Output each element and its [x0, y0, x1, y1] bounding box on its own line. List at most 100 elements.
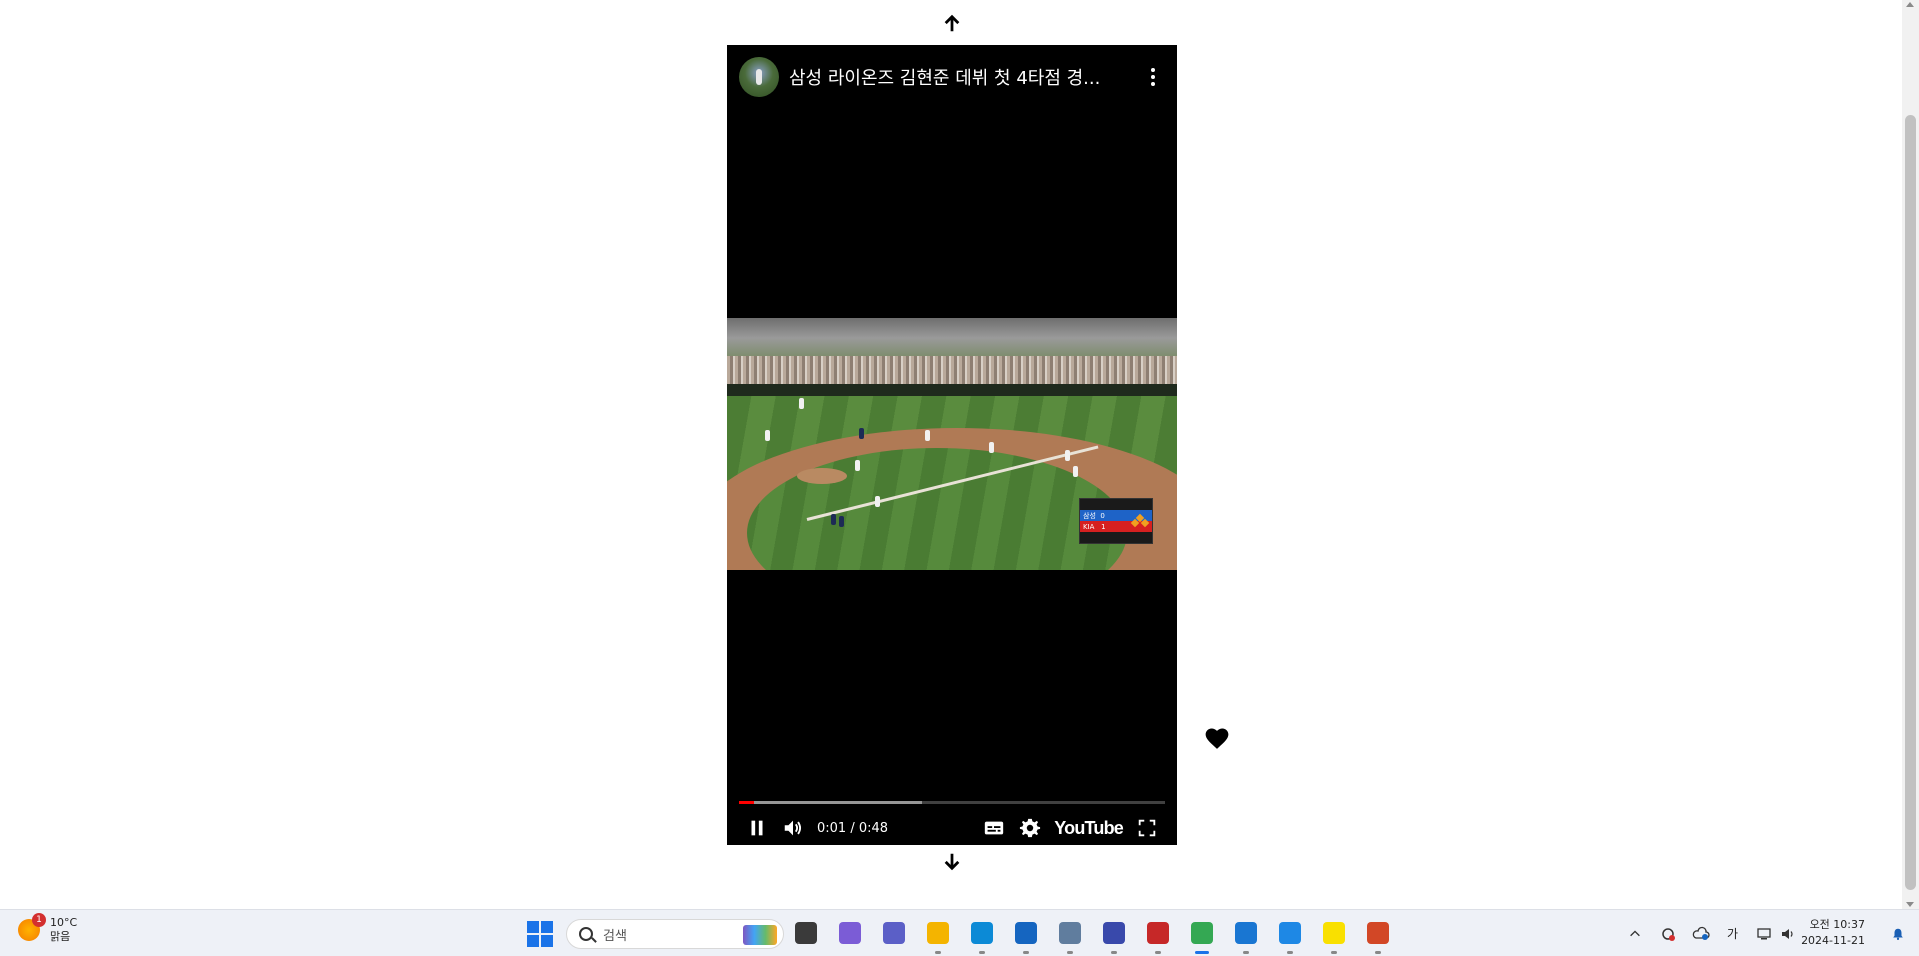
taskbar: 1 10°C 맑음 검색 가 오전 10:37 2024-11-21	[0, 909, 1919, 956]
taskbar-app-vscode[interactable]	[1231, 918, 1261, 954]
sun-icon: 1	[18, 913, 46, 941]
tray-onedrive-icon[interactable]	[1692, 910, 1710, 956]
progress-bar[interactable]	[739, 801, 1165, 804]
taskbar-app-edge[interactable]	[967, 918, 997, 954]
broadcast-scoreboard: 삼성 0 KIA 1	[1079, 498, 1153, 544]
page-root: 삼성 라이온즈 김현준 데뷔 첫 4타점 경... 삼성 0 KIA 1 0:0…	[0, 0, 1919, 956]
taskbar-app-cortana-app[interactable]	[1099, 918, 1129, 954]
channel-avatar[interactable]	[739, 57, 779, 97]
volume-button[interactable]	[775, 811, 811, 845]
progress-played	[739, 801, 754, 804]
vscode-icon	[1235, 922, 1257, 944]
fielder	[799, 398, 804, 409]
kakaotalk-icon	[1323, 922, 1345, 944]
taskbar-app-file-explorer[interactable]	[923, 918, 953, 954]
powerpoint-icon	[1367, 922, 1389, 944]
bell-icon	[1893, 928, 1903, 940]
pause-button[interactable]	[739, 811, 775, 845]
clock-date: 2024-11-21	[1801, 934, 1865, 947]
taskbar-app-store[interactable]	[1011, 918, 1041, 954]
ime-indicator[interactable]: 가	[1727, 910, 1738, 956]
taskbar-app-file-explorer-window[interactable]	[791, 918, 821, 948]
running-indicator	[1331, 951, 1337, 954]
search-placeholder: 검색	[603, 928, 627, 944]
base-diamond-icon	[1130, 513, 1150, 531]
fielder	[1073, 466, 1078, 477]
stadium-background	[727, 318, 1177, 358]
sync-icon	[1662, 927, 1675, 941]
copilot-icon	[839, 922, 861, 944]
fullscreen-icon	[1138, 819, 1156, 837]
pitchers-mound	[797, 468, 847, 484]
captions-icon	[985, 821, 1004, 835]
scoreboard-count	[1080, 532, 1152, 543]
chevron-up-icon	[1630, 929, 1640, 936]
start-button[interactable]	[527, 921, 553, 947]
heart-icon	[1205, 728, 1229, 749]
tray-network-icon[interactable]	[1756, 910, 1772, 956]
running-indicator	[1067, 951, 1073, 954]
edge-icon	[971, 922, 993, 944]
photos-icon	[1279, 922, 1301, 944]
tray-sync-icon[interactable]	[1660, 910, 1676, 956]
settings-button[interactable]	[1012, 811, 1048, 845]
weather-widget[interactable]: 1 10°C 맑음	[18, 913, 78, 944]
running-indicator	[1287, 951, 1293, 954]
like-button[interactable]	[1204, 726, 1230, 750]
arrow-down-icon	[944, 853, 960, 871]
ad-board	[727, 384, 1177, 396]
tray-volume-icon[interactable]	[1780, 910, 1796, 956]
scroll-thumb[interactable]	[1905, 115, 1916, 890]
weather-temp: 10°C	[50, 916, 78, 929]
network-icon	[1757, 927, 1771, 939]
catcher	[831, 514, 836, 525]
cloud-icon	[1692, 926, 1710, 940]
taskbar-app-mcafee[interactable]	[1143, 918, 1173, 954]
youtube-logo[interactable]: YouTube	[1048, 818, 1129, 839]
file-explorer-icon	[927, 922, 949, 944]
taskbar-app-powerpoint[interactable]	[1363, 918, 1393, 954]
video-player[interactable]: 삼성 라이온즈 김현준 데뷔 첫 4타점 경... 삼성 0 KIA 1 0:0…	[727, 45, 1177, 845]
weather-badge: 1	[32, 913, 46, 927]
previous-short-button[interactable]	[941, 12, 963, 34]
taskbar-app-settings-app[interactable]	[1055, 918, 1085, 954]
running-indicator	[1155, 951, 1161, 954]
search-highlight-icon	[743, 925, 777, 945]
running-indicator	[1111, 951, 1117, 954]
progress-buffered	[739, 801, 923, 804]
captions-button[interactable]	[976, 811, 1012, 845]
home-umpire	[839, 516, 844, 527]
chrome-icon	[1191, 922, 1213, 944]
taskbar-clock[interactable]: 오전 10:37 2024-11-21	[1801, 917, 1865, 949]
time-display: 0:01 / 0:48	[817, 820, 889, 836]
scoreboard-info	[1080, 499, 1152, 510]
pitcher	[855, 460, 860, 471]
taskbar-app-chrome[interactable]	[1187, 918, 1217, 954]
running-indicator	[979, 951, 985, 954]
clock-time: 오전 10:37	[1809, 918, 1865, 931]
fielder	[989, 442, 994, 453]
tray-overflow-button[interactable]	[1628, 910, 1642, 956]
running-indicator	[1195, 951, 1209, 954]
batter	[875, 496, 880, 507]
video-title[interactable]: 삼성 라이온즈 김현준 데뷔 첫 4타점 경...	[789, 64, 1119, 90]
taskbar-app-teams[interactable]	[879, 918, 909, 948]
page-scrollbar[interactable]	[1902, 0, 1919, 909]
fielder	[765, 430, 770, 441]
notifications-button[interactable]	[1891, 926, 1905, 940]
fullscreen-button[interactable]	[1129, 811, 1165, 845]
player-header: 삼성 라이온즈 김현준 데뷔 첫 4타점 경...	[727, 45, 1177, 109]
video-frame[interactable]: 삼성 0 KIA 1	[727, 318, 1177, 570]
running-indicator	[1023, 951, 1029, 954]
pause-icon	[751, 820, 763, 836]
scroll-up-arrow-icon[interactable]	[1906, 2, 1914, 7]
taskbar-app-copilot[interactable]	[835, 918, 865, 948]
more-options-button[interactable]	[1141, 65, 1165, 89]
scroll-down-arrow-icon[interactable]	[1906, 902, 1914, 907]
next-short-button[interactable]	[941, 851, 963, 873]
player-controls: 0:01 / 0:48 YouTube	[727, 811, 1177, 845]
taskbar-app-kakaotalk[interactable]	[1319, 918, 1349, 954]
taskbar-app-photos[interactable]	[1275, 918, 1305, 954]
umpire	[859, 428, 864, 439]
taskbar-search[interactable]: 검색	[566, 919, 784, 949]
